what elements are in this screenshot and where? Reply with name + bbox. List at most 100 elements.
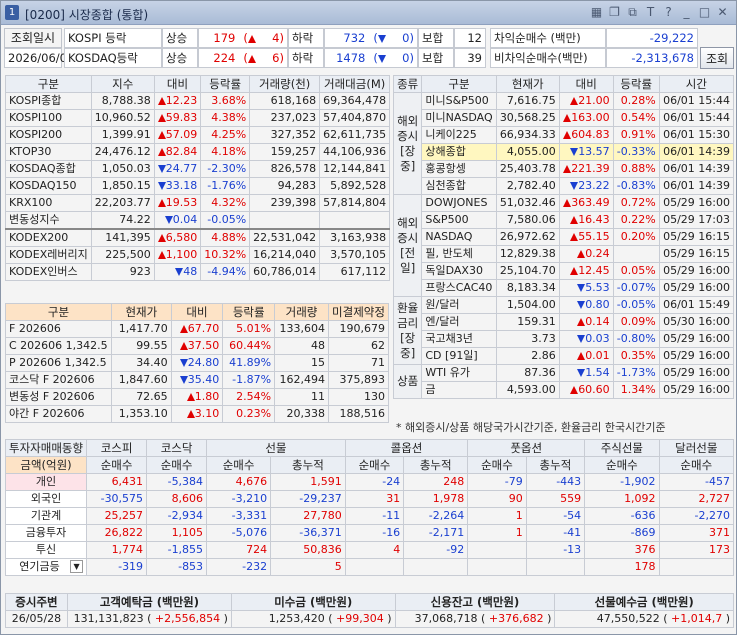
sub-header: 순매수: [146, 456, 208, 474]
world-time: 06/01 14:39: [658, 160, 735, 178]
world-row[interactable]: CD [91일] 2.86 0.01 0.35% 05/29 16:00: [394, 347, 735, 365]
investor-value: 50,836: [270, 541, 346, 559]
index-rate: 4.18%: [200, 143, 251, 161]
investor-value: -1,902: [584, 473, 660, 491]
copy2-icon[interactable]: ⧉: [625, 4, 640, 20]
index-row[interactable]: KTOP30 24,476.12 82.84 4.18% 159,257 44,106,9…: [5, 143, 391, 161]
world-row[interactable]: 상품 WTI 유가 87.36 1.54 -1.73% 05/29 16:00: [392, 364, 735, 399]
investor-value: -869: [584, 524, 660, 542]
text-size-icon[interactable]: T: [643, 4, 658, 20]
grid-icon[interactable]: ▦: [589, 4, 604, 20]
index-rate: 4.32%: [200, 194, 251, 212]
flat-count: 12: [454, 28, 486, 48]
index-amount: 69,364,478: [319, 92, 391, 110]
world-rate: -0.05%: [612, 296, 660, 314]
world-row[interactable]: 환율 금리 [장중] 원/달러 1,504.00 0.80 -0.05% 06/01 15…: [392, 296, 735, 365]
investor-value: -853: [146, 558, 208, 576]
world-note: * 해외증시/상품 해당국가시간기준, 환율금리 한국시간기준: [396, 421, 666, 434]
down-count: 1478( 0): [324, 48, 418, 68]
world-group-label: 상품: [392, 364, 423, 399]
index-row[interactable]: KOSPI100 10,960.52 59.83 4.38% 237,023 57,404…: [5, 109, 391, 127]
index-header: 등락률: [200, 75, 251, 93]
world-change: 23.22: [558, 177, 614, 195]
help-icon[interactable]: ?: [661, 4, 676, 20]
world-row[interactable]: S&P500 7,580.06 16.43 0.22% 05/29 17:03: [394, 211, 735, 229]
investor-row[interactable]: 연기금등 ▼ -319 -853 -232 5 178: [4, 558, 735, 576]
world-row[interactable]: 심천종합 2,782.40 23.22 -0.83% 06/01 14:39: [394, 177, 735, 195]
dropdown-arrow-icon[interactable]: ▼: [70, 560, 84, 573]
world-name: 심천종합: [421, 177, 497, 195]
world-rate: 0.72%: [612, 194, 660, 212]
world-name: 엔/달러: [421, 313, 497, 331]
world-price: 7,616.75: [495, 92, 560, 110]
world-row[interactable]: 엔/달러 159.31 0.14 0.09% 05/30 16:00: [394, 313, 735, 331]
close-icon[interactable]: ✕: [715, 4, 730, 20]
futures-row[interactable]: F 202606 1,417.70 67.70 5.01% 133,604 190,679: [5, 320, 390, 338]
up-arrow-icon: [179, 325, 188, 333]
futures-row[interactable]: 코스닥 F 202606 1,847.60 35.40 -1.87% 162,494 37…: [5, 371, 390, 389]
world-row[interactable]: 국고채3년 3.73 0.03 -0.80% 05/29 16:00: [394, 330, 735, 348]
world-name: 독일DAX30: [421, 262, 497, 280]
funds-date: 26/05/28: [5, 610, 68, 628]
index-row[interactable]: KODEX인버스 923 48 -4.94% 60,786,014 617,112: [5, 263, 391, 281]
index-volume: 94,283: [249, 177, 321, 195]
investor-name: 투신: [4, 541, 88, 559]
world-rate: [612, 245, 660, 263]
index-change: 33.18: [153, 177, 202, 195]
investor-row[interactable]: 기관계 25,257 -2,934 -3,331 27,780 -11 -2,264 1 -54…: [4, 507, 735, 525]
funds-value: 131,131,823 ( +2,556,854 ): [66, 610, 232, 628]
world-row[interactable]: 해외 증시 [장중] 미니S&P500 7,616.75 21.00 0.28% 06/0…: [392, 92, 735, 195]
futures-row[interactable]: 야간 F 202606 1,353.10 3.10 0.23% 20,338 188,51…: [5, 405, 390, 423]
world-row[interactable]: 상해종합 4,055.00 13.57 -0.33% 06/01 14:39: [393, 143, 735, 161]
index-row[interactable]: 변동성지수 74.22 0.04 -0.05%: [5, 211, 391, 230]
world-row[interactable]: 해외 증시 [전일] DOWJONES 51,032.46 363.49 0.72% 05…: [392, 194, 735, 297]
world-change: 5.53: [558, 279, 614, 297]
world-change: 16.43: [558, 211, 614, 229]
world-row[interactable]: 독일DAX30 25,104.70 12.45 0.05% 05/29 16:00: [394, 262, 735, 280]
index-change: 24.77: [153, 160, 202, 178]
down-arrow-icon: [577, 284, 586, 292]
date-field[interactable]: 2026/06/01: [4, 48, 74, 68]
investor-row[interactable]: 외국인 -30,575 8,606 -3,210 -29,237 31 1,978 90 559…: [4, 490, 735, 508]
futures-price: 1,847.60: [110, 371, 172, 389]
index-row[interactable]: KOSDAQ150 1,850.15 33.18 -1.76% 94,283 5,892,…: [5, 177, 391, 195]
investor-value: [344, 558, 405, 576]
futures-row[interactable]: 변동성 F 202606 72.65 1.80 2.54% 11 130: [5, 388, 390, 406]
index-name: KOSDAQ종합: [5, 160, 92, 178]
world-row[interactable]: 필, 반도체 12,829.38 0.24 05/29 16:15: [394, 245, 735, 263]
world-row[interactable]: NASDAQ 26,972.62 55.15 0.20% 05/29 16:15: [394, 228, 735, 246]
investor-row[interactable]: 개인 6,431 -5,384 4,676 1,591 -24 248 -79 -443 -1,9…: [4, 473, 735, 491]
up-arrow-icon: [157, 251, 166, 259]
futures-rate: 2.54%: [222, 388, 276, 406]
investor-value: -41: [525, 524, 586, 542]
minimize-icon[interactable]: _: [679, 4, 694, 20]
investor-row[interactable]: 금융투자 26,822 1,105 -5,076 -36,371 -16 -2,171 1 -4…: [4, 524, 735, 542]
world-row[interactable]: 홍콩항셍 25,403.78 221.39 0.88% 06/01 14:39: [394, 160, 735, 178]
index-row[interactable]: KOSPI200 1,399.91 57.09 4.25% 327,352 62,611,…: [5, 126, 391, 144]
world-time: 06/01 14:39: [658, 177, 735, 195]
futures-grid: 구분 현재가 대비 등락률 거래량 미결제약정 F 202606 1,417.70 67.70 5…: [5, 303, 390, 423]
investor-row[interactable]: 투신 1,774 -1,855 724 50,836 4 -92 -13 376 173: [4, 541, 735, 559]
index-row[interactable]: KOSDAQ종합 1,050.03 24.77 -2.30% 826,578 12,144…: [5, 160, 391, 178]
world-row[interactable]: 미니NASDAQ 30,568.25 163.00 0.54% 06/01 15:44: [394, 109, 735, 127]
index-row[interactable]: KRX100 22,203.77 19.53 4.32% 239,398 57,814,8…: [5, 194, 391, 212]
query-button[interactable]: 조회: [700, 47, 734, 69]
world-row[interactable]: 금 4,593.00 60.60 1.34% 05/29 16:00: [394, 381, 735, 399]
futures-row[interactable]: C 202606 1,342.5 99.55 37.50 60.44% 48 62: [5, 337, 390, 355]
world-row[interactable]: 니케이225 66,934.33 604.83 0.91% 06/01 15:30: [394, 126, 735, 144]
index-row[interactable]: KODEX레버리지 225,500 1,100 10.32% 16,214,040 3,5…: [5, 246, 391, 264]
world-row[interactable]: 프랑스CAC40 8,183.34 5.53 -0.07% 05/29 16:00: [394, 279, 735, 297]
futures-row[interactable]: P 202606 1,342.5 34.40 24.80 41.89% 15 71: [5, 354, 390, 372]
futures-header: 등락률: [222, 303, 276, 321]
world-rate: -0.80%: [612, 330, 660, 348]
index-amount: 3,570,105: [319, 246, 391, 264]
restore-icon[interactable]: □: [697, 4, 712, 20]
index-rate: -4.94%: [200, 263, 251, 281]
index-row[interactable]: KODEX200 141,395 6,580 4.88% 22,531,042 3,163…: [5, 228, 391, 247]
copy-icon[interactable]: ❐: [607, 4, 622, 20]
non-arbitrage-value: -2,313,678: [606, 48, 698, 68]
index-change: 6,580: [153, 228, 202, 247]
up-arrow-icon: [157, 199, 166, 207]
world-price: 7,580.06: [495, 211, 560, 229]
index-row[interactable]: KOSPI종합 8,788.38 12.23 3.68% 618,168 69,364,4…: [5, 92, 391, 110]
